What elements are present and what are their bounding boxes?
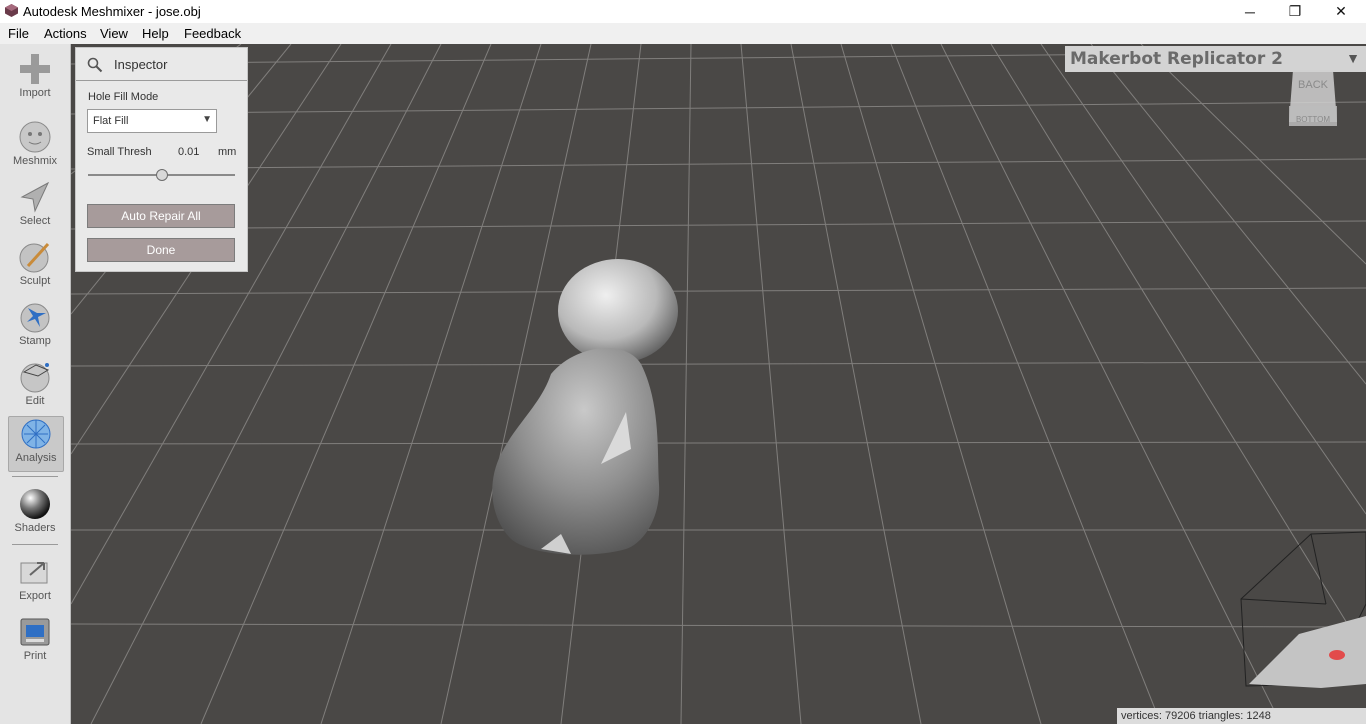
- chevron-down-icon: ▼: [202, 114, 212, 125]
- inspector-header: Inspector: [76, 48, 247, 81]
- export-label: Export: [19, 590, 51, 602]
- done-button[interactable]: Done: [87, 238, 235, 262]
- build-plate-grid: [71, 44, 1366, 724]
- small-thresh-slider-thumb[interactable]: [155, 169, 168, 181]
- menu-file[interactable]: File: [8, 26, 29, 41]
- export-icon: [20, 562, 48, 584]
- close-button[interactable]: ✕: [1318, 0, 1364, 23]
- sculpt-label: Sculpt: [19, 275, 51, 287]
- meshmixer-logo-icon: [5, 4, 18, 17]
- mesh-stats: vertices: 79206 triangles: 1248: [1121, 710, 1271, 722]
- view-cube[interactable]: BACK BOTTOM: [1287, 66, 1339, 130]
- edit-label: Edit: [25, 395, 45, 407]
- view-cube-back[interactable]: BACK: [1298, 79, 1329, 91]
- sculpt-tool[interactable]: Sculpt: [8, 240, 62, 294]
- edit-sphere-icon: [20, 363, 50, 393]
- print-icon: [20, 618, 50, 646]
- select-arrow-icon: [20, 181, 50, 213]
- chevron-down-icon: ▼: [1346, 50, 1360, 66]
- hole-fill-mode-label: Hole Fill Mode: [88, 91, 159, 103]
- inspector-title: Inspector: [114, 57, 168, 72]
- shaders-tool[interactable]: Shaders: [8, 487, 62, 541]
- inspector-panel: Inspector Hole Fill Mode Flat Fill ▼ Sma…: [75, 47, 248, 272]
- print-tool[interactable]: Print: [8, 615, 62, 669]
- mesh-model[interactable]: [492, 259, 678, 555]
- print-label: Print: [23, 650, 47, 662]
- stamp-icon: [20, 303, 50, 333]
- hole-fill-mode-select[interactable]: Flat Fill ▼: [87, 109, 217, 133]
- mini-model-indicator: [1329, 650, 1345, 660]
- status-bar: vertices: 79206 triangles: 1248: [1117, 708, 1366, 724]
- minimize-button[interactable]: ─: [1227, 0, 1273, 23]
- meshmix-label: Meshmix: [12, 155, 57, 167]
- select-label: Select: [19, 215, 51, 227]
- plus-icon: [20, 54, 50, 84]
- toolbar-separator: [12, 476, 58, 477]
- analysis-label: Analysis: [15, 452, 57, 464]
- menu-feedback[interactable]: Feedback: [184, 26, 241, 41]
- small-thresh-label: Small Thresh: [87, 146, 152, 158]
- menu-bar: File Actions View Help Feedback: [0, 23, 1366, 44]
- analysis-icon: [21, 419, 51, 449]
- sculpt-brush-icon: [19, 242, 50, 273]
- toolbar-separator: [12, 544, 58, 545]
- title-bar: Autodesk Meshmixer - jose.obj ─ ❐ ✕: [0, 0, 1366, 23]
- window-title: Autodesk Meshmixer - jose.obj: [23, 4, 201, 19]
- menu-view[interactable]: View: [100, 26, 128, 41]
- maximize-button[interactable]: ❐: [1272, 0, 1318, 23]
- import-tool[interactable]: Import: [8, 52, 62, 106]
- meshmix-head-icon: [19, 121, 51, 153]
- menu-help[interactable]: Help: [142, 26, 169, 41]
- small-thresh-unit: mm: [218, 146, 237, 158]
- search-icon: [87, 57, 103, 73]
- 3d-viewport[interactable]: [71, 44, 1366, 724]
- menu-actions[interactable]: Actions: [44, 26, 87, 41]
- shaders-label: Shaders: [14, 522, 56, 534]
- meshmix-tool[interactable]: Meshmix: [8, 120, 62, 174]
- analysis-tool[interactable]: Analysis: [8, 416, 64, 472]
- select-tool[interactable]: Select: [8, 180, 62, 234]
- small-thresh-value[interactable]: 0.01: [178, 146, 199, 158]
- left-toolbar: Import Meshmix Select Sculpt Stamp Edit …: [0, 44, 71, 724]
- stamp-label: Stamp: [19, 335, 51, 347]
- view-cube-bottom[interactable]: BOTTOM: [1296, 115, 1330, 124]
- stamp-tool[interactable]: Stamp: [8, 300, 62, 354]
- import-label: Import: [19, 87, 51, 99]
- hole-fill-mode-value: Flat Fill: [93, 115, 129, 127]
- export-tool[interactable]: Export: [8, 555, 62, 609]
- shaders-sphere-icon: [20, 489, 50, 519]
- printer-name: Makerbot Replicator 2: [1070, 49, 1283, 69]
- auto-repair-all-button[interactable]: Auto Repair All: [87, 204, 235, 228]
- edit-tool[interactable]: Edit: [8, 360, 62, 414]
